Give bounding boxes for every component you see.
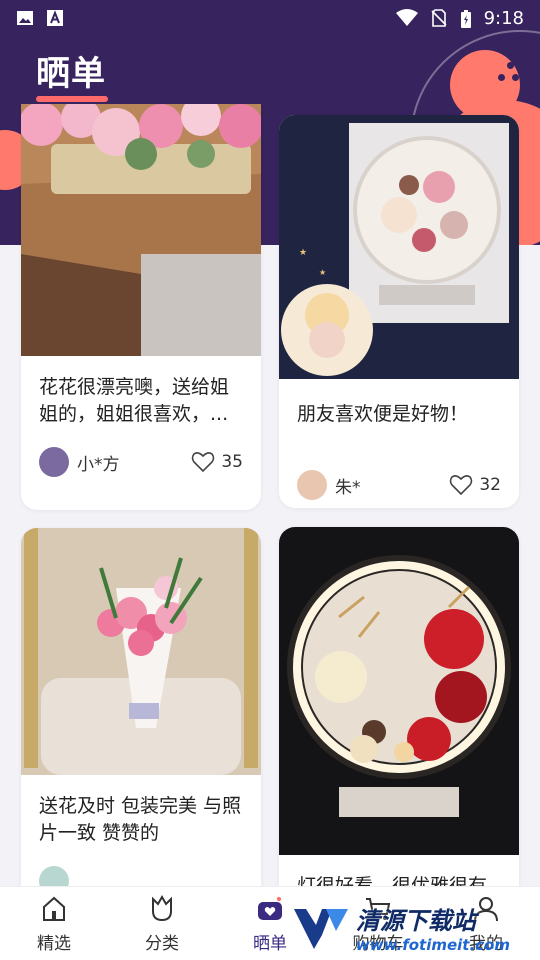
tab-category[interactable]: 分类 <box>108 887 216 960</box>
camera-heart-icon <box>258 897 282 920</box>
watermark: 清源下载站 www.fotimeit.com <box>292 901 510 954</box>
post-card[interactable]: 花花很漂亮噢，送给姐姐的，姐姐很喜欢，... 小*方 35 <box>21 104 261 510</box>
author-name: 朱* <box>335 477 361 498</box>
like-button[interactable]: 35 <box>191 451 243 473</box>
tab-label: 晒单 <box>253 934 287 954</box>
watermark-title: 清源下载站 <box>355 907 476 935</box>
post-photo[interactable]: ★ ★ <box>279 115 519 379</box>
post-caption: 朋友喜欢便是好物！ <box>297 403 469 425</box>
post-grid: 花花很漂亮噢，送给姐姐的，姐姐很喜欢，... 小*方 35 ★ ★ 朋友喜欢便是… <box>0 0 540 960</box>
post-photo[interactable] <box>21 104 261 356</box>
font-a-icon <box>46 9 64 27</box>
status-time: 9:18 <box>483 7 524 29</box>
post-caption: 送花及时 包装完美 与照片一致 赞赞的 <box>39 795 242 844</box>
tab-featured[interactable]: 精选 <box>0 887 108 960</box>
post-author[interactable]: 朱* <box>297 470 361 500</box>
like-count: 32 <box>479 475 501 495</box>
no-sim-icon <box>430 9 448 27</box>
tab-label: 精选 <box>37 934 71 954</box>
heart-icon <box>192 452 215 473</box>
watermark-url: www.fotimeit.com <box>355 936 510 954</box>
like-count: 35 <box>221 452 243 472</box>
tab-label: 分类 <box>145 934 179 954</box>
author-name: 小*方 <box>77 454 120 475</box>
post-meta: 小*方 35 <box>21 440 261 484</box>
avatar[interactable] <box>297 470 327 500</box>
tulip-icon <box>152 894 172 922</box>
post-card[interactable]: 送花及时 包装完美 与照片一致 赞赞的 <box>21 528 261 948</box>
image-icon <box>16 9 34 27</box>
heart-icon <box>450 475 473 496</box>
post-photo[interactable] <box>279 527 519 855</box>
house-icon <box>43 896 65 921</box>
like-button[interactable]: 32 <box>449 474 501 496</box>
status-bar: 9:18 <box>0 0 540 36</box>
post-card[interactable]: ★ ★ 朋友喜欢便是好物！ 朱* 32 <box>279 115 519 508</box>
avatar[interactable] <box>39 447 69 477</box>
post-caption: 花花很漂亮噢，送给姐姐的，姐姐很喜欢，... <box>39 376 230 425</box>
page-title: 晒单 <box>36 54 106 94</box>
post-author[interactable]: 小*方 <box>39 447 120 477</box>
svg-text:★: ★ <box>299 248 307 258</box>
post-meta: 朱* 32 <box>279 463 519 507</box>
wifi-icon <box>395 9 418 27</box>
battery-charging-icon <box>460 9 472 28</box>
svg-text:★: ★ <box>319 268 326 277</box>
watermark-logo-icon <box>293 908 348 949</box>
post-card[interactable]: 灯很好看，很优雅很有 <box>279 527 519 947</box>
post-photo[interactable] <box>21 528 261 775</box>
title-underline <box>36 96 108 102</box>
